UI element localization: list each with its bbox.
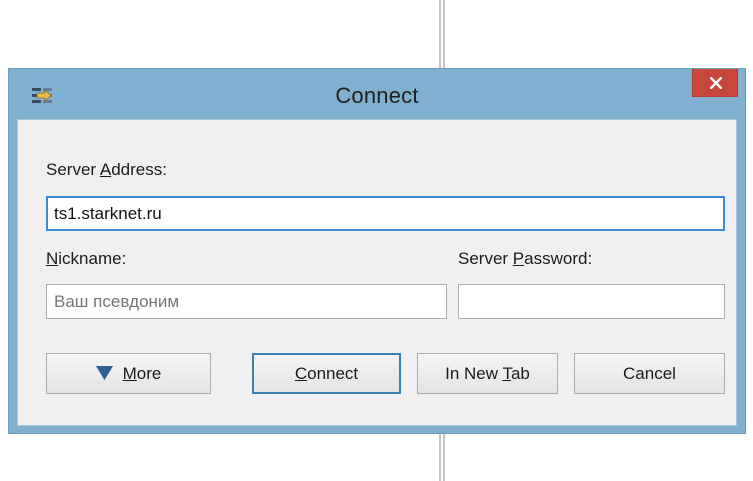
cancel-button[interactable]: Cancel [574, 353, 725, 394]
window-title: Connect [335, 83, 419, 108]
server-address-label: Server Address: [46, 160, 167, 179]
server-password-input[interactable] [458, 284, 725, 319]
nickname-input[interactable] [46, 284, 447, 319]
triangle-down-icon [95, 366, 113, 381]
title-bar[interactable]: Connect [9, 69, 745, 119]
in-new-tab-button[interactable]: In New Tab [417, 353, 558, 394]
connect-button[interactable]: Connect [252, 353, 401, 394]
server-password-label: Server Password: [458, 249, 593, 268]
close-button[interactable] [692, 69, 738, 97]
more-button[interactable]: More [46, 353, 211, 394]
connect-dialog: Connect Server Address: Nickname: Server… [8, 68, 746, 434]
server-address-input[interactable] [46, 196, 725, 231]
dialog-content: Server Address: Nickname: Server Passwor… [17, 119, 737, 426]
nickname-label: Nickname: [46, 249, 127, 268]
close-icon [710, 77, 722, 89]
